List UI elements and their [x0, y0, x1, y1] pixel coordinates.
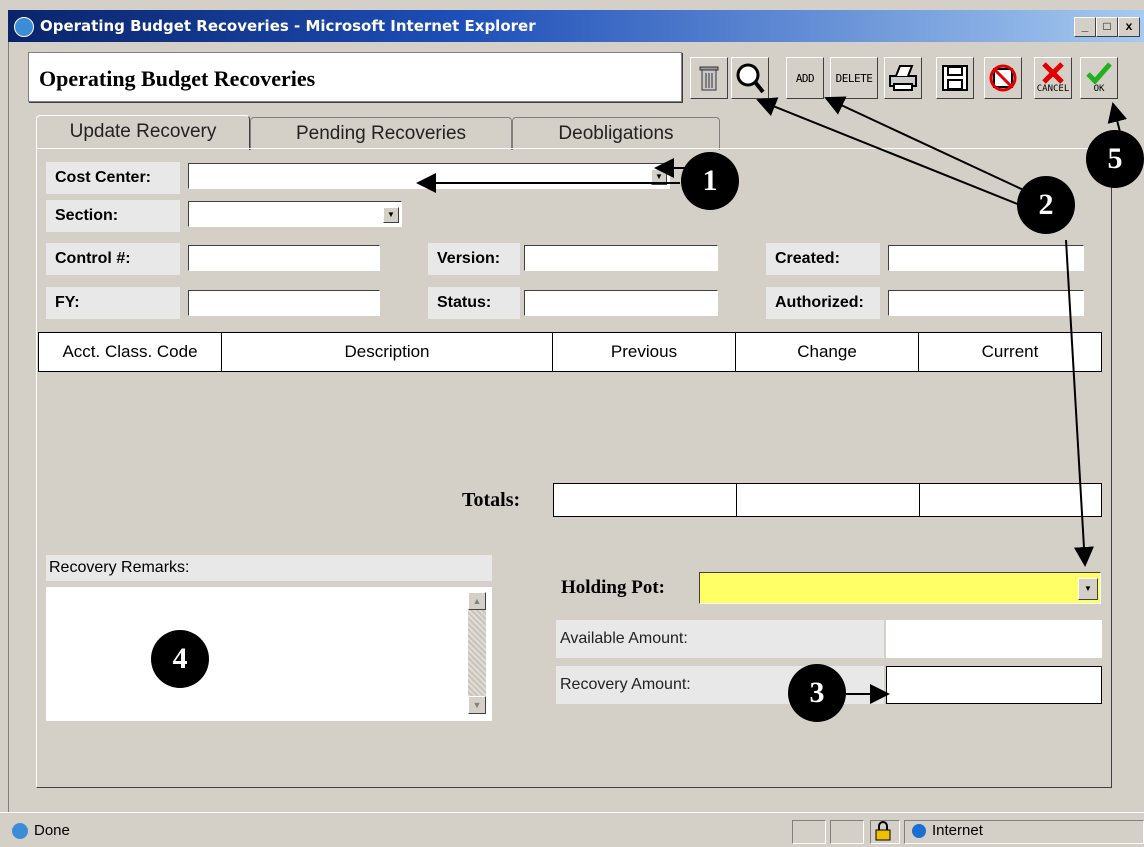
page-header: Operating Budget Recoveries [28, 52, 682, 102]
table-header-row: Acct. Class. Code Description Previous C… [38, 332, 1102, 372]
tab-pending-recoveries[interactable]: Pending Recoveries [250, 117, 512, 150]
callout-1: 1 [681, 152, 739, 210]
total-previous [553, 483, 737, 517]
remarks-textarea[interactable] [46, 587, 492, 721]
close-button[interactable]: x [1118, 17, 1140, 37]
ie-page-icon [12, 823, 28, 840]
no-save-icon[interactable] [984, 57, 1022, 99]
add-button[interactable]: ADD [786, 57, 824, 99]
cancel-label: CANCEL [1036, 84, 1070, 94]
tab-deobligations[interactable]: Deobligations [512, 117, 720, 150]
status-field[interactable] [524, 290, 718, 316]
callout-2: 2 [1017, 176, 1075, 234]
column-header: Change [735, 332, 919, 372]
recovery-amount-field[interactable] [886, 666, 1102, 704]
page-title: Operating Budget Recoveries [39, 66, 316, 91]
totals-label: Totals: [462, 489, 521, 511]
column-header: Description [221, 332, 553, 372]
print-icon[interactable] [884, 57, 922, 99]
minimize-button[interactable]: _ [1074, 17, 1096, 37]
available-amount-label: Available Amount: [556, 620, 884, 658]
ok-icon[interactable]: OK [1080, 57, 1118, 99]
delete-button[interactable]: DELETE [830, 57, 878, 99]
ie-icon [14, 17, 34, 37]
scroll-up-icon[interactable]: ▲ [468, 592, 486, 610]
column-header: Previous [552, 332, 736, 372]
zone-text: Internet [932, 822, 983, 839]
control-field[interactable] [188, 245, 380, 271]
version-label: Version: [428, 243, 520, 275]
status-label: Status: [428, 287, 520, 319]
search-icon[interactable] [731, 57, 769, 99]
section-select[interactable]: ▼ [188, 201, 402, 227]
chevron-down-icon[interactable]: ▼ [1078, 578, 1098, 600]
available-amount-field [886, 620, 1102, 658]
version-field[interactable] [524, 245, 718, 271]
scrollbar-track[interactable] [468, 610, 486, 696]
save-icon[interactable] [936, 57, 974, 99]
trash-icon[interactable] [690, 57, 728, 99]
chevron-down-icon[interactable]: ▼ [383, 207, 399, 223]
callout-4: 4 [151, 630, 209, 688]
holding-pot-select[interactable]: ▼ [699, 572, 1101, 604]
holding-pot-label: Holding Pot: [561, 577, 665, 598]
cost-center-label: Cost Center: [46, 162, 180, 194]
globe-icon [912, 824, 926, 839]
internet-zone: Internet [912, 822, 983, 839]
total-change [736, 483, 920, 517]
chevron-down-icon[interactable]: ▼ [651, 169, 667, 185]
status-pane [830, 820, 864, 844]
section-label: Section: [46, 200, 180, 232]
tab-update-recovery[interactable]: Update Recovery [36, 115, 250, 150]
lock-icon [870, 820, 900, 844]
browser-window: Operating Budget Recoveries - Microsoft … [0, 0, 1144, 847]
status-bar: Done Internet [0, 812, 1144, 847]
scroll-down-icon[interactable]: ▼ [468, 696, 486, 714]
column-header: Acct. Class. Code [38, 332, 222, 372]
cost-center-select[interactable]: ▼ [188, 163, 670, 189]
authorized-field[interactable] [888, 290, 1084, 316]
remarks-label: Recovery Remarks: [46, 555, 492, 581]
callout-5: 5 [1086, 130, 1144, 188]
ok-label: OK [1093, 84, 1105, 94]
created-label: Created: [766, 243, 880, 275]
status-pane [792, 820, 826, 844]
callout-3: 3 [788, 664, 846, 722]
fy-field[interactable] [188, 290, 380, 316]
control-label: Control #: [46, 243, 180, 275]
fy-label: FY: [46, 287, 180, 319]
window-title: Operating Budget Recoveries - Microsoft … [40, 17, 536, 35]
total-current [919, 483, 1102, 517]
status-text: Done [34, 822, 70, 839]
accounts-table: Acct. Class. Code Description Previous C… [38, 332, 1102, 372]
status-done: Done [12, 822, 70, 840]
column-header: Current [918, 332, 1102, 372]
maximize-button[interactable]: □ [1096, 17, 1118, 37]
cancel-icon[interactable]: CANCEL [1034, 57, 1072, 99]
created-field[interactable] [888, 245, 1084, 271]
title-bar: Operating Budget Recoveries - Microsoft … [8, 10, 1144, 42]
authorized-label: Authorized: [766, 287, 880, 319]
